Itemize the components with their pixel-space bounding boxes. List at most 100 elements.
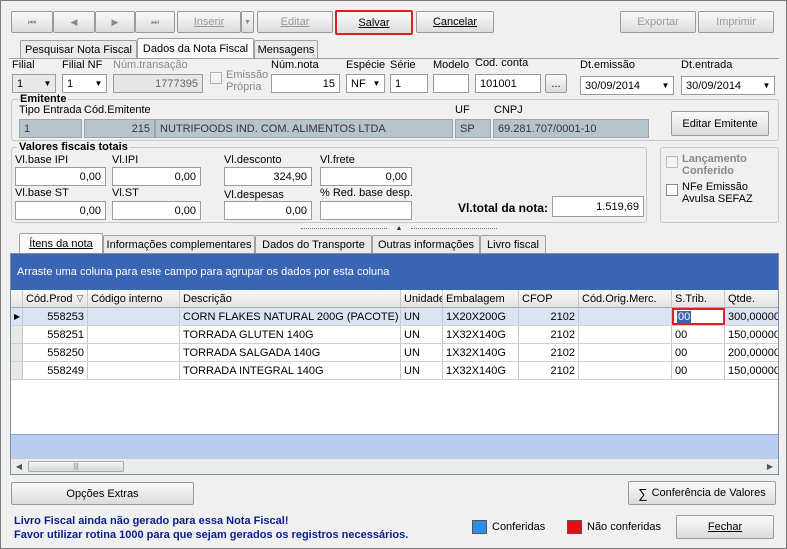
print-button[interactable]: Imprimir	[698, 11, 774, 33]
cod-conta-field[interactable]: 101001	[475, 74, 541, 93]
nfe-avulsa-checkbox[interactable]	[666, 184, 678, 196]
cell-qtde[interactable]: 200,00000	[725, 344, 778, 361]
dt-emissao-field[interactable]: 30/09/2014 ▼	[580, 76, 674, 95]
cell-s-trib-editing[interactable]: 00	[672, 308, 725, 325]
col-s-trib[interactable]: S.Trib.	[672, 290, 725, 308]
cell-cod-orig-merc[interactable]	[579, 326, 672, 343]
collapse-arrow-icon[interactable]: ▲	[391, 225, 407, 233]
cell-descricao[interactable]: TORRADA GLUTEN 140G	[180, 326, 401, 343]
cell-qtde[interactable]: 300,00000	[725, 308, 778, 325]
cell-cod-prod[interactable]: 558250	[23, 344, 88, 361]
col-qtde[interactable]: Qtde.	[725, 290, 778, 308]
tab-dados-nota[interactable]: Dados da Nota Fiscal	[137, 38, 254, 59]
tab-itens-nota[interactable]: Ítens da nota	[19, 233, 103, 254]
save-button[interactable]: Salvar	[335, 10, 413, 35]
tab-dados-transporte[interactable]: Dados do Transporte	[255, 235, 372, 254]
cell-unidade[interactable]: UN	[401, 326, 443, 343]
vl-st-field[interactable]: 0,00	[112, 201, 201, 220]
conferencia-valores-button[interactable]: ∑ Conferência de Valores	[628, 481, 776, 505]
cancel-label: Cancelar	[432, 16, 478, 28]
last-record-button[interactable]: ⏭	[135, 11, 175, 33]
emissao-propria-checkbox[interactable]	[210, 72, 222, 84]
vl-base-st-field[interactable]: 0,00	[15, 201, 106, 220]
cell-unidade[interactable]: UN	[401, 344, 443, 361]
cell-codigo-interno[interactable]	[88, 344, 180, 361]
filial-nf-select[interactable]: 1 ▼	[62, 74, 107, 93]
insert-dropdown-button[interactable]: ▼	[241, 11, 254, 33]
lancamento-conferido-checkbox[interactable]	[666, 156, 678, 168]
cell-cfop[interactable]: 2102	[519, 326, 579, 343]
cell-unidade[interactable]: UN	[401, 362, 443, 379]
modelo-field[interactable]	[433, 74, 469, 93]
scroll-left-icon[interactable]: ◀	[11, 459, 27, 474]
col-unidade[interactable]: Unidade	[401, 290, 443, 308]
opcoes-extras-button[interactable]: Opções Extras	[11, 482, 194, 505]
filial-select[interactable]: 1 ▼	[12, 74, 56, 93]
table-row[interactable]: 558251 TORRADA GLUTEN 140G UN 1X32X140G …	[11, 326, 778, 344]
dt-entrada-field[interactable]: 30/09/2014 ▼	[681, 76, 775, 95]
col-cfop[interactable]: CFOP	[519, 290, 579, 308]
cell-cfop[interactable]: 2102	[519, 344, 579, 361]
especie-select[interactable]: NF ▼	[346, 74, 385, 93]
insert-button[interactable]: Inserir	[177, 11, 241, 33]
tab-mensagens[interactable]: Mensagens	[254, 40, 318, 59]
group-by-panel[interactable]: Arraste uma coluna para este campo para …	[11, 254, 778, 290]
tab-livro-fiscal[interactable]: Livro fiscal	[480, 235, 546, 254]
col-codigo-interno[interactable]: Código interno	[88, 290, 180, 308]
tab-outras-informacoes[interactable]: Outras informações	[372, 235, 480, 254]
vl-despesas-field[interactable]: 0,00	[224, 201, 312, 220]
col-descricao[interactable]: Descrição	[180, 290, 401, 308]
cod-conta-lookup-button[interactable]: ...	[545, 74, 567, 93]
cell-s-trib[interactable]: 00	[672, 344, 725, 361]
cell-cfop[interactable]: 2102	[519, 308, 579, 325]
col-cod-prod[interactable]: Cód.Prod ▽	[23, 290, 88, 308]
cell-cod-prod[interactable]: 558249	[23, 362, 88, 379]
cell-qtde[interactable]: 150,00000	[725, 326, 778, 343]
cell-cod-orig-merc[interactable]	[579, 344, 672, 361]
cell-descricao[interactable]: CORN FLAKES NATURAL 200G (PACOTE)	[180, 308, 401, 325]
cell-unidade[interactable]: UN	[401, 308, 443, 325]
cell-cod-orig-merc[interactable]	[579, 362, 672, 379]
cell-codigo-interno[interactable]	[88, 308, 180, 325]
edit-emitente-button[interactable]: Editar Emitente	[671, 111, 769, 136]
red-base-field[interactable]	[320, 201, 412, 220]
cell-embalagem[interactable]: 1X20X200G	[443, 308, 519, 325]
horizontal-scrollbar[interactable]: ◀ ||| ▶	[11, 458, 778, 474]
vl-base-ipi-field[interactable]: 0,00	[15, 167, 106, 186]
cell-qtde[interactable]: 150,00000	[725, 362, 778, 379]
cell-embalagem[interactable]: 1X32X140G	[443, 326, 519, 343]
cell-cod-prod[interactable]: 558251	[23, 326, 88, 343]
prev-record-button[interactable]: ◀	[53, 11, 95, 33]
num-nota-field[interactable]: 15	[271, 74, 340, 93]
tab-pesquisar[interactable]: Pesquisar Nota Fiscal	[20, 40, 137, 59]
first-record-button[interactable]: ⏮	[11, 11, 53, 33]
edit-button[interactable]: Editar	[257, 11, 333, 33]
cell-codigo-interno[interactable]	[88, 362, 180, 379]
cell-cfop[interactable]: 2102	[519, 362, 579, 379]
table-row[interactable]: 558249 TORRADA INTEGRAL 140G UN 1X32X140…	[11, 362, 778, 380]
col-cod-orig-merc[interactable]: Cód.Orig.Merc.	[579, 290, 672, 308]
table-row[interactable]: ▶ 558253 CORN FLAKES NATURAL 200G (PACOT…	[11, 308, 778, 326]
cell-embalagem[interactable]: 1X32X140G	[443, 362, 519, 379]
tab-info-complementares[interactable]: Informações complementares	[103, 235, 255, 254]
cell-embalagem[interactable]: 1X32X140G	[443, 344, 519, 361]
vl-ipi-field[interactable]: 0,00	[112, 167, 201, 186]
cell-cod-prod[interactable]: 558253	[23, 308, 88, 325]
col-embalagem[interactable]: Embalagem	[443, 290, 519, 308]
cell-codigo-interno[interactable]	[88, 326, 180, 343]
next-record-button[interactable]: ▶	[95, 11, 135, 33]
cell-cod-orig-merc[interactable]	[579, 308, 672, 325]
vl-desconto-field[interactable]: 324,90	[224, 167, 312, 186]
serie-field[interactable]: 1	[390, 74, 428, 93]
cell-s-trib[interactable]: 00	[672, 326, 725, 343]
fechar-button[interactable]: Fechar	[676, 515, 774, 539]
scroll-thumb[interactable]: |||	[28, 461, 124, 472]
cell-descricao[interactable]: TORRADA INTEGRAL 140G	[180, 362, 401, 379]
export-button[interactable]: Exportar	[620, 11, 696, 33]
scroll-right-icon[interactable]: ▶	[762, 459, 778, 474]
vl-frete-field[interactable]: 0,00	[320, 167, 412, 186]
cell-s-trib[interactable]: 00	[672, 362, 725, 379]
table-row[interactable]: 558250 TORRADA SALGADA 140G UN 1X32X140G…	[11, 344, 778, 362]
cell-descricao[interactable]: TORRADA SALGADA 140G	[180, 344, 401, 361]
cancel-button[interactable]: Cancelar	[416, 11, 494, 33]
